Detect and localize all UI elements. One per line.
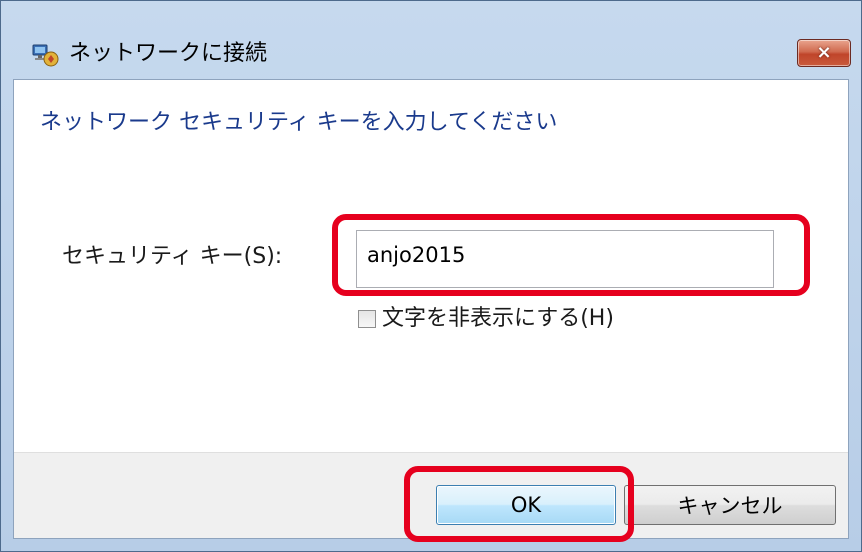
ok-button[interactable]: OK <box>436 485 616 525</box>
connect-to-network-dialog: ネットワークに接続 × ネットワーク セキュリティ キーを入力してください セキ… <box>0 0 862 552</box>
security-key-field-frame <box>356 230 774 288</box>
close-button[interactable]: × <box>797 39 851 67</box>
security-key-label: セキュリティ キー(S): <box>62 244 283 269</box>
dialog-content: ネットワーク セキュリティ キーを入力してください セキュリティ キー(S): … <box>13 79 849 539</box>
dialog-heading: ネットワーク セキュリティ キーを入力してください <box>40 110 558 135</box>
network-connect-icon <box>31 41 61 69</box>
window-title: ネットワークに接続 <box>69 41 268 66</box>
close-icon: × <box>816 42 832 63</box>
security-key-input[interactable] <box>357 231 773 287</box>
title-bar[interactable]: ネットワークに接続 × <box>1 1 861 79</box>
dialog-footer: OK キャンセル <box>14 452 848 538</box>
cancel-button[interactable]: キャンセル <box>624 485 836 525</box>
hide-characters-checkbox[interactable] <box>358 310 376 328</box>
hide-characters-option[interactable]: 文字を非表示にする(H) <box>358 304 614 334</box>
hide-characters-label[interactable]: 文字を非表示にする(H) <box>382 304 614 334</box>
